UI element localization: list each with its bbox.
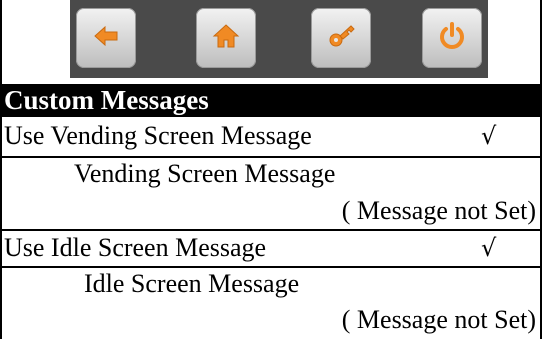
left-arrow-icon bbox=[91, 21, 121, 56]
top-toolbar bbox=[70, 0, 488, 78]
use-idle-message-toggle[interactable]: Use Idle Screen Message √ bbox=[0, 230, 540, 266]
idle-message-label: Idle Screen Message bbox=[84, 269, 300, 298]
key-button[interactable] bbox=[311, 8, 371, 68]
back-button[interactable] bbox=[76, 8, 136, 68]
vending-message-value-row[interactable]: ( Message not Set) bbox=[0, 193, 540, 229]
vending-message-setting[interactable]: Vending Screen Message bbox=[0, 156, 540, 192]
use-vending-message-toggle[interactable]: Use Vending Screen Message √ bbox=[0, 118, 540, 154]
vending-check-mark: √ bbox=[481, 122, 497, 150]
idle-message-setting[interactable]: Idle Screen Message bbox=[0, 266, 540, 302]
idle-check-mark: √ bbox=[481, 234, 497, 262]
power-icon bbox=[437, 21, 467, 56]
use-idle-message-label: Use Idle Screen Message bbox=[4, 233, 267, 262]
use-vending-message-label: Use Vending Screen Message bbox=[4, 121, 312, 150]
power-button[interactable] bbox=[422, 8, 482, 68]
home-button[interactable] bbox=[196, 8, 256, 68]
house-icon bbox=[211, 21, 241, 56]
idle-message-value: ( Message not Set) bbox=[341, 305, 536, 334]
vending-message-label: Vending Screen Message bbox=[74, 159, 336, 188]
vending-message-value: ( Message not Set) bbox=[341, 196, 536, 225]
idle-message-value-row[interactable]: ( Message not Set) bbox=[0, 302, 540, 338]
section-header: Custom Messages bbox=[0, 84, 540, 117]
key-icon bbox=[326, 21, 356, 56]
